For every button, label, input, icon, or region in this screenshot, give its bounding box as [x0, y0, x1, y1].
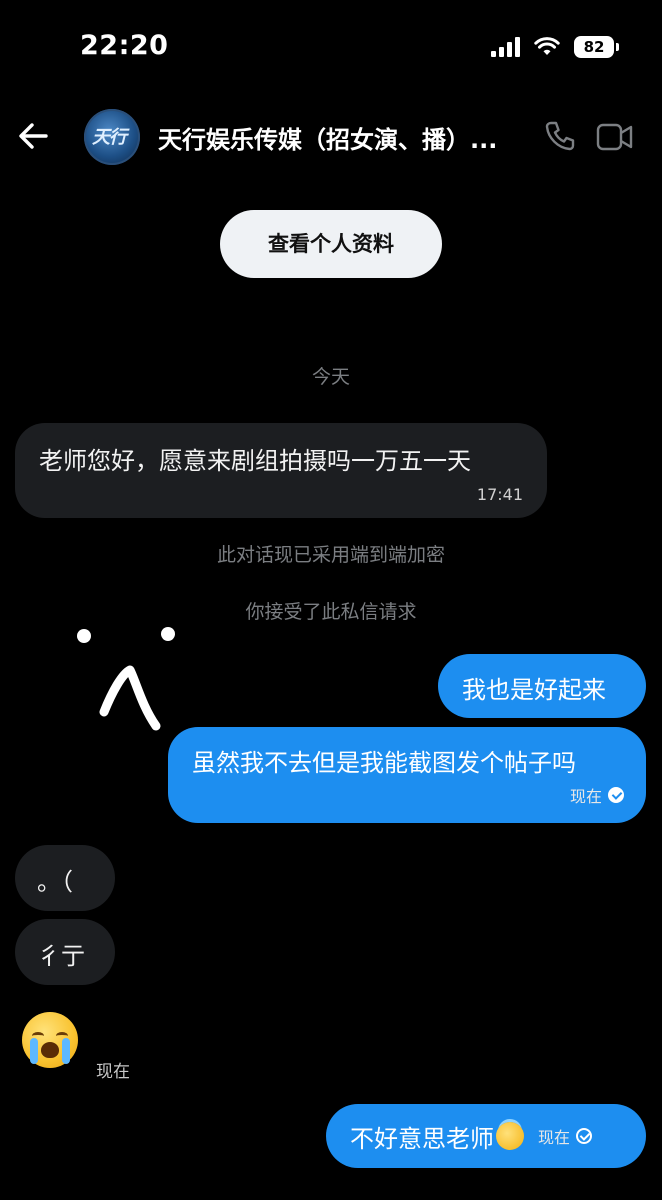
message-text: 虽然我不去但是我能截图发个帖子吗 [192, 749, 576, 777]
status-time: 22:20 [80, 30, 169, 61]
message-text: 我也是好起来 [462, 676, 606, 704]
smiling-face-with-halo-icon [496, 1122, 524, 1150]
message-bubble-incoming[interactable]: 彳亍 [15, 919, 115, 985]
phone-call-icon[interactable] [542, 118, 578, 154]
message-text: 彳亍 [37, 942, 85, 970]
avatar[interactable]: 天行 [84, 109, 140, 165]
sent-check-icon [576, 1128, 593, 1144]
message-time: 现在 [96, 1062, 130, 1082]
status-icons: 82 [491, 36, 619, 58]
wifi-icon [534, 37, 560, 57]
message-time: 现在 [538, 1128, 571, 1147]
doodle-sticker [77, 627, 175, 731]
chat-screen: 22:20 82 天行 天行娱乐传媒（招女演、播）... 查看个人资料 今天 老… [0, 0, 662, 1200]
message-bubble-incoming[interactable]: 。（ [15, 845, 115, 911]
message-bubble-outgoing[interactable]: 虽然我不去但是我能截图发个帖子吗 现在 [168, 727, 646, 823]
message-text: 老师您好，愿意来剧组拍摄吗一万五一天 [39, 447, 471, 475]
message-bubble-outgoing[interactable]: 我也是好起来 [438, 654, 646, 718]
message-time: 17:41 [476, 485, 523, 504]
message-status: 现在 [538, 1124, 593, 1148]
encryption-notice: 此对话现已采用端到端加密 [216, 544, 445, 566]
loudly-crying-face-icon[interactable] [22, 1012, 78, 1068]
chat-title[interactable]: 天行娱乐传媒（招女演、播）... [158, 120, 518, 155]
video-call-icon[interactable] [596, 122, 634, 152]
message-text: 不好意思老师 [350, 1124, 494, 1153]
avatar-logo-text: 天行 [92, 127, 127, 148]
message-text: 。（ [37, 868, 73, 896]
message-bubble-incoming[interactable]: 老师您好，愿意来剧组拍摄吗一万五一天 17:41 [15, 423, 547, 518]
message-status: 现在 [570, 783, 624, 807]
read-check-icon [608, 787, 624, 803]
message-time: 现在 [569, 787, 602, 806]
battery-icon: 82 [574, 36, 619, 58]
date-divider: 今天 [311, 366, 350, 388]
message-bubble-outgoing[interactable]: 不好意思老师 现在 [326, 1104, 646, 1168]
view-profile-button[interactable]: 查看个人资料 [220, 210, 442, 278]
accepted-request-notice: 你接受了此私信请求 [245, 601, 417, 623]
signal-icon [491, 37, 520, 57]
back-arrow-icon[interactable] [16, 118, 52, 154]
